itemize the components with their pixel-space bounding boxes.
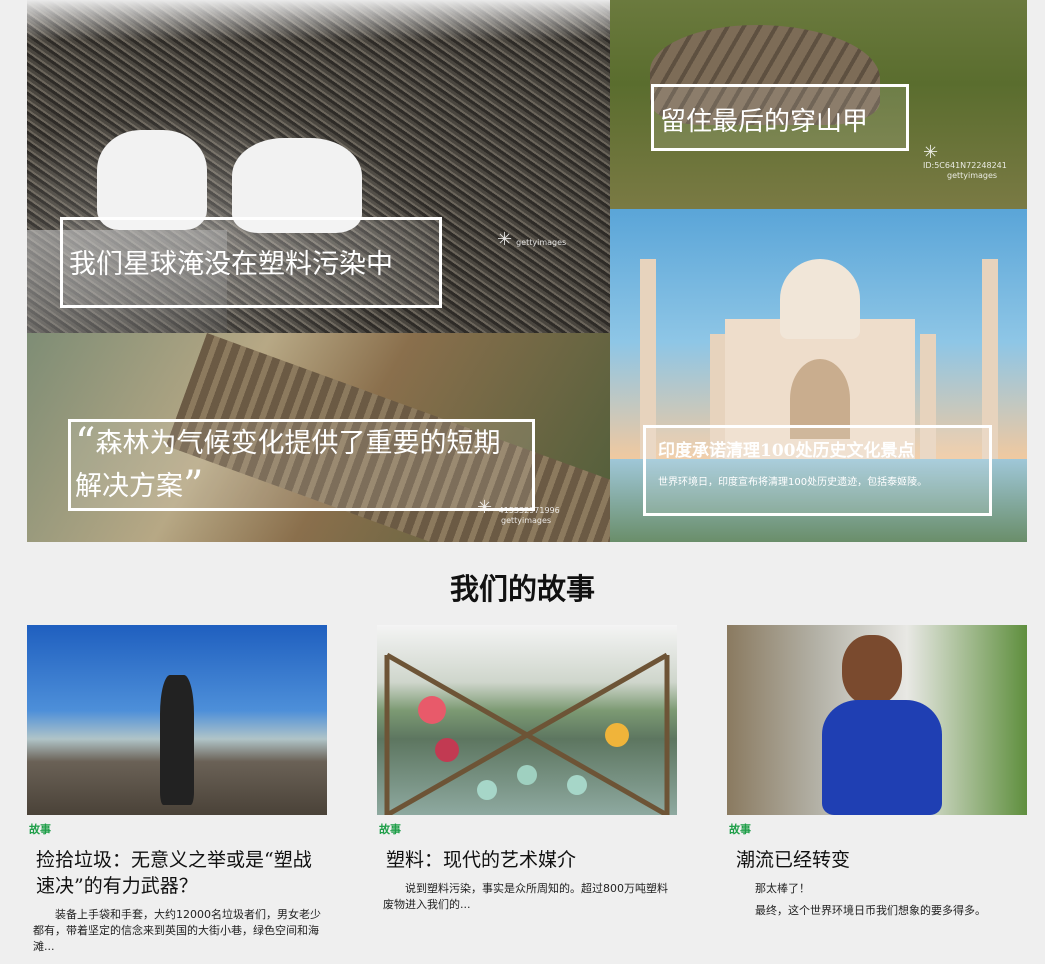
story-excerpt: 最终，这个世界环境日币我们想象的要多得多。 <box>755 904 986 917</box>
story-thumbnail[interactable] <box>727 625 1027 815</box>
story-card[interactable]: 故事 塑料：现代的艺术媒介 说到塑料污染，事实是众所周知的。超过800万吨塑料废… <box>377 625 677 913</box>
worker-figure <box>97 130 207 230</box>
hero-caption-text: 我们星球淹没在塑料污染中 <box>69 249 393 280</box>
hero-caption[interactable]: “森林为气候变化提供了重要的短期解决方案” <box>68 419 535 511</box>
page: ✳ gettyimages 我们星球淹没在塑料污染中 ✳ ID:5C641N722… <box>0 0 1045 964</box>
hero-image-sky <box>27 0 610 40</box>
person-head <box>842 635 902 705</box>
getty-logo-icon: ✳ <box>497 229 513 250</box>
hero-grid: ✳ gettyimages 我们星球淹没在塑料污染中 ✳ ID:5C641N722… <box>27 0 1027 542</box>
hero-caption-subtitle: 世界环境日，印度宣布将清理100处历史遗迹，包括泰姬陵。 <box>658 477 928 488</box>
story-tag[interactable]: 故事 <box>27 821 327 837</box>
story-card[interactable]: 故事 潮流已经转变 那太棒了！ 最终，这个世界环境日币我们想象的要多得多。 <box>727 625 1027 919</box>
hero-caption-text: 森林为气候变化提供了重要的短期解决方案 <box>75 428 501 502</box>
story-thumbnail[interactable] <box>27 625 327 815</box>
story-title[interactable]: 捡拾垃圾：无意义之举或是“塑战速决”的有力武器？ <box>27 847 327 899</box>
section-title: 我们的故事 <box>449 572 595 606</box>
hero-tile-plastic[interactable]: ✳ gettyimages 我们星球淹没在塑料污染中 <box>27 0 610 333</box>
story-title[interactable]: 塑料：现代的艺术媒介 <box>377 847 677 873</box>
getty-logo-icon: ✳ <box>923 142 939 163</box>
quote-close-icon: ” <box>183 463 204 509</box>
hero-tile-taj-mahal[interactable]: 印度承诺清理100处历史文化景点 世界环境日，印度宣布将清理100处历史遗迹，包… <box>610 209 1027 542</box>
person-figure <box>160 675 194 805</box>
story-card[interactable]: 故事 捡拾垃圾：无意义之举或是“塑战速决”的有力武器？ 装备上手袋和手套，大约1… <box>27 625 327 955</box>
quote-open-icon: “ <box>75 420 96 466</box>
story-thumbnail[interactable] <box>377 625 677 815</box>
hero-caption[interactable]: 我们星球淹没在塑料污染中 <box>60 217 442 308</box>
hero-caption[interactable]: 留住最后的穿山甲 <box>651 84 909 151</box>
hero-tile-forest[interactable]: ✳ 415332971996 gettyimages “森林为气候变化提供了重要… <box>27 333 610 542</box>
person-body <box>822 700 942 815</box>
image-credit: ✳ gettyimages <box>497 229 567 250</box>
story-title[interactable]: 潮流已经转变 <box>727 847 1027 873</box>
image-credit: ✳ ID:5C641N72248241 gettyimages <box>923 142 1007 181</box>
hero-caption-text: 印度承诺清理100处历史文化景点 <box>658 441 915 461</box>
hero-caption-text: 留住最后的穿山甲 <box>660 107 869 137</box>
story-excerpt: 说到塑料污染，事实是众所周知的。超过800万吨塑料废物进入我们的... <box>383 882 668 911</box>
hero-tile-pangolin[interactable]: ✳ ID:5C641N72248241 gettyimages 留住最后的穿山甲 <box>610 0 1027 209</box>
bottle-art-image <box>384 652 670 815</box>
dome-image <box>780 259 860 339</box>
story-tag[interactable]: 故事 <box>377 821 677 837</box>
story-excerpt: 装备上手袋和手套，大约12000名垃圾者们，男女老少都有，带着坚定的信念来到英国… <box>33 908 321 953</box>
hero-caption[interactable]: 印度承诺清理100处历史文化景点 世界环境日，印度宣布将清理100处历史遗迹，包… <box>643 425 992 516</box>
story-excerpt: 那太棒了！ <box>755 882 810 895</box>
story-tag[interactable]: 故事 <box>727 821 1027 837</box>
